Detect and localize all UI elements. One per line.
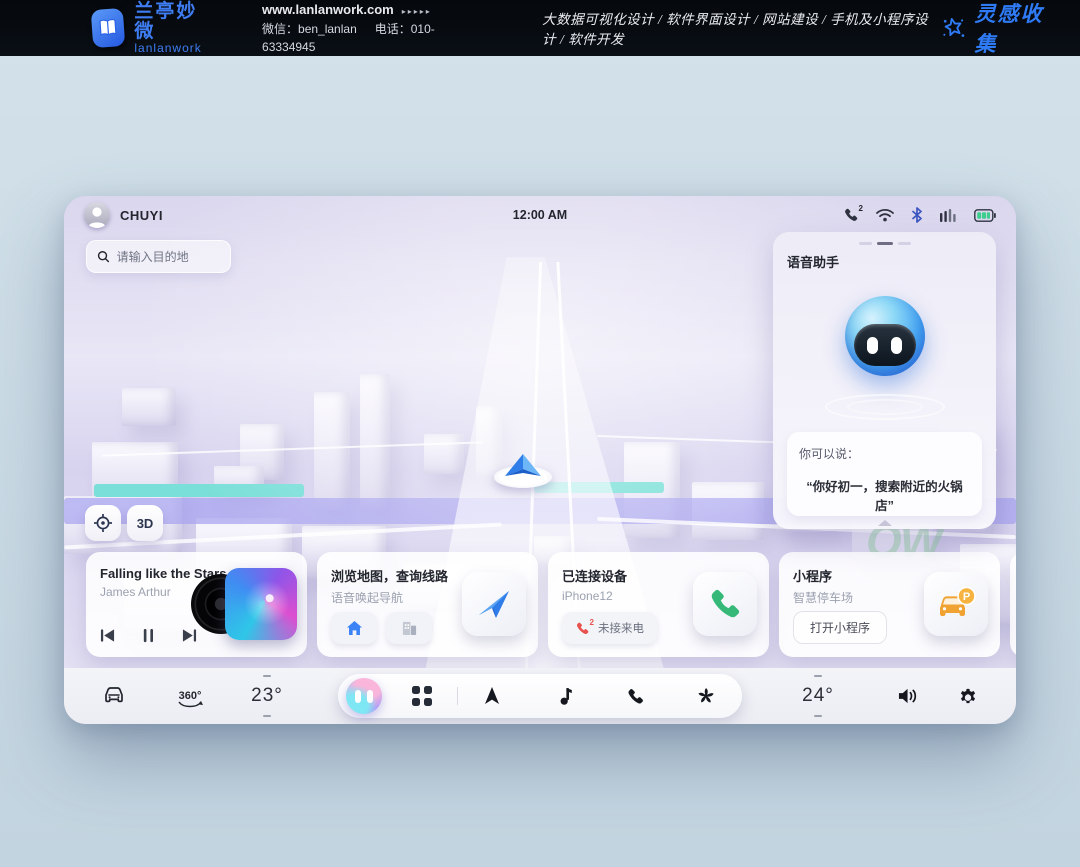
open-miniapp-button[interactable]: 打开小程序: [793, 611, 887, 644]
home-shortcut-button[interactable]: [331, 612, 377, 644]
avatar[interactable]: [84, 202, 110, 228]
gear-icon: [958, 686, 978, 706]
navigation-card[interactable]: 浏览地图，查询线路 语音唤起导航: [317, 552, 538, 657]
assistant-orb-icon: [346, 678, 382, 714]
robot-visor: [854, 324, 916, 366]
passenger-temperature-control[interactable]: 24°: [792, 668, 844, 724]
banner-contact: www.lanlanwork.com▸▸▸▸▸ 微信：ben_lanlan电话：…: [262, 0, 470, 56]
phone-handset-icon: [707, 586, 743, 622]
quick-cards-row: Falling like the Stars James Arthur 浏览地图…: [86, 552, 1016, 657]
bottom-dock: 360° 23°: [64, 668, 1016, 724]
driver-name: CHUYI: [120, 208, 163, 223]
volume-button[interactable]: [888, 668, 928, 724]
status-bar: CHUYI 12:00 AM 2: [64, 196, 1016, 234]
driver-temperature-control[interactable]: 23°: [242, 668, 292, 724]
apps-button[interactable]: [402, 674, 442, 718]
destination-search[interactable]: [86, 240, 231, 273]
missed-badge: 2: [590, 618, 594, 627]
dock-center-pill: [338, 674, 742, 718]
parking-car-icon: P: [934, 584, 978, 624]
phone-status-icon[interactable]: 2: [843, 207, 859, 223]
collapse-caret[interactable]: [878, 520, 892, 526]
nav-cursor-icon: [483, 686, 501, 706]
car-icon: [102, 686, 126, 706]
hint-quote: “你好初一，搜索附近的火锅店”: [799, 476, 970, 514]
company-shortcut-button[interactable]: [386, 612, 432, 644]
bluetooth-icon[interactable]: [911, 207, 923, 223]
voice-assistant-orb[interactable]: [344, 674, 384, 718]
next-card-peek[interactable]: [1010, 552, 1016, 657]
previous-track-button[interactable]: [100, 628, 115, 643]
device-card[interactable]: 已连接设备 iPhone12 2 未接来电: [548, 552, 769, 657]
home-icon: [346, 620, 363, 636]
missed-call-label: 未接来电: [598, 620, 644, 636]
paper-plane-icon: [474, 584, 514, 624]
phone-tile[interactable]: [693, 572, 757, 636]
settings-button[interactable]: [948, 668, 988, 724]
car-ui-panel: OW CHUYI 12:00 AM 2: [64, 196, 1016, 724]
rotate-arc-icon: [177, 701, 203, 709]
assistant-hint-card: 你可以说： “你好初一，搜索附近的火锅店”: [787, 432, 982, 516]
brand-name-cn: 兰亭妙微: [134, 2, 206, 42]
office-building-icon: [401, 620, 418, 636]
ripple-ring: [847, 399, 923, 415]
navigate-tile[interactable]: [462, 572, 526, 636]
missed-call-button[interactable]: 2 未接来电: [562, 612, 657, 644]
brand-name-en: lanlanwork: [134, 42, 206, 55]
signal-bars-icon: [940, 208, 957, 222]
search-input[interactable]: [117, 250, 220, 264]
dock-divider: [457, 687, 458, 705]
sparkle-star-icon: [941, 13, 966, 43]
wifi-icon[interactable]: [876, 208, 894, 222]
robot-eye: [891, 337, 902, 354]
collect-label: 灵感收集: [974, 0, 1052, 58]
location-arrow-icon: [501, 452, 545, 480]
phone-app-icon: [626, 687, 645, 706]
car-settings-button[interactable]: [94, 668, 134, 724]
app-grid-icon: [412, 686, 432, 706]
phone-badge: 2: [859, 204, 863, 213]
services-list: 大数据可视化设计 / 软件界面设计 / 网站建设 / 手机及小程序设计 / 软件…: [542, 8, 941, 48]
locate-button[interactable]: [85, 505, 121, 541]
arrows-decor: ▸▸▸▸▸: [402, 7, 432, 16]
pause-button[interactable]: [142, 628, 155, 643]
collect-button[interactable]: 灵感收集: [941, 0, 1052, 58]
clock: 12:00 AM: [513, 208, 567, 222]
battery-icon: [974, 209, 996, 222]
driver-temp-value: 23°: [251, 685, 283, 707]
album-art[interactable]: [225, 568, 297, 640]
music-note-icon: [555, 687, 572, 706]
phone-app-button[interactable]: [615, 674, 655, 718]
voice-assistant-panel: 语音助手 你可以说： “你好初一，搜索附近的火锅店”: [773, 232, 996, 529]
miniapp-card[interactable]: 小程序 智慧停车场 打开小程序 P: [779, 552, 1000, 657]
fan-icon: [696, 686, 716, 706]
music-card[interactable]: Falling like the Stars James Arthur: [86, 552, 307, 657]
speaker-icon: [898, 687, 919, 705]
parking-tile[interactable]: P: [924, 572, 988, 636]
navigation-app-button[interactable]: [472, 674, 512, 718]
robot-head: [845, 296, 925, 376]
missed-call-icon: 2: [575, 621, 590, 636]
climate-fan-button[interactable]: [686, 674, 726, 718]
book-icon: [95, 15, 121, 41]
svg-text:P: P: [963, 591, 970, 603]
locate-target-icon: [93, 513, 113, 533]
top-banner: 兰亭妙微 lanlanwork www.lanlanwork.com▸▸▸▸▸ …: [0, 0, 1080, 56]
website-link[interactable]: www.lanlanwork.com: [262, 2, 394, 17]
passenger-temp-value: 24°: [802, 685, 834, 707]
assistant-robot[interactable]: [837, 290, 933, 386]
brand-logo: [91, 8, 126, 48]
page-indicator[interactable]: [859, 242, 911, 245]
camera-360-button[interactable]: 360°: [168, 668, 212, 724]
brand-text: 兰亭妙微 lanlanwork: [134, 2, 206, 54]
music-app-button[interactable]: [543, 674, 583, 718]
assistant-title: 语音助手: [787, 252, 982, 271]
robot-eye: [867, 337, 878, 354]
next-track-button[interactable]: [182, 628, 197, 643]
search-icon: [97, 249, 110, 264]
map-3d-toggle[interactable]: 3D: [127, 505, 163, 541]
person-icon: [84, 202, 110, 228]
hint-label: 你可以说：: [799, 445, 970, 462]
wechat-label: 微信：ben_lanlan: [262, 22, 357, 36]
